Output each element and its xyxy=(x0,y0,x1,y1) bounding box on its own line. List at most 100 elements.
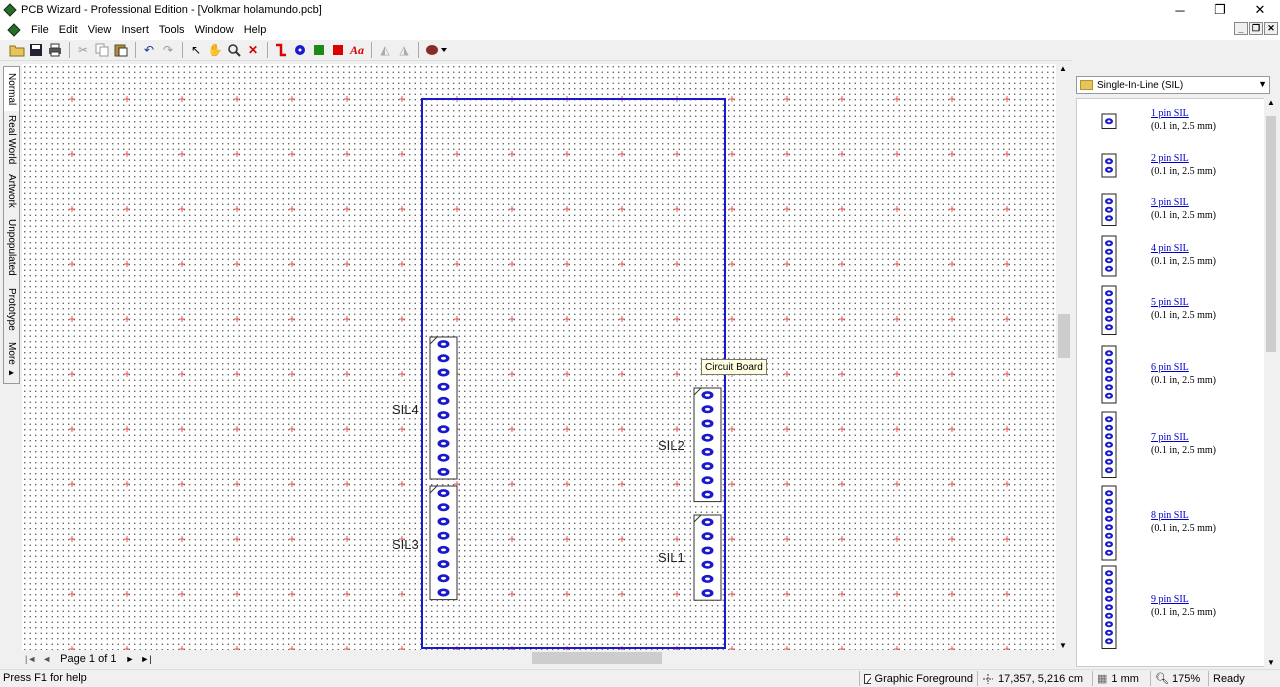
minimize-button[interactable]: ─ xyxy=(1160,0,1200,20)
grid-cross xyxy=(1004,591,1010,597)
prev-page-button[interactable]: ◄ xyxy=(39,654,54,664)
component-sil3[interactable] xyxy=(429,485,458,601)
last-page-button[interactable]: ►| xyxy=(137,654,154,664)
menu-insert[interactable]: Insert xyxy=(116,24,154,36)
horizontal-scroll-thumb[interactable] xyxy=(532,652,662,664)
document-icon[interactable] xyxy=(7,23,21,37)
tab-unpopulated[interactable]: Unpopulated xyxy=(4,214,19,280)
menu-help[interactable]: Help xyxy=(239,24,272,36)
gallery-item-name[interactable]: 4 pin SIL xyxy=(1151,243,1189,254)
tab-more[interactable]: More ▸ xyxy=(4,338,19,383)
undo-icon[interactable]: ↶ xyxy=(140,41,158,59)
grid-cross xyxy=(784,371,790,377)
save-icon[interactable] xyxy=(27,41,45,59)
toolbar-separator xyxy=(69,42,70,58)
pad-hole xyxy=(705,393,710,397)
delete-icon[interactable]: ✕ xyxy=(244,41,262,59)
grid-cross xyxy=(674,316,680,322)
scroll-up-arrow[interactable]: ▲ xyxy=(1059,64,1067,73)
grid-cross xyxy=(729,591,735,597)
grid-cross xyxy=(839,96,845,102)
grid-cross xyxy=(784,591,790,597)
component-sil1[interactable] xyxy=(693,514,722,601)
mirror-icon[interactable]: ◮ xyxy=(395,41,413,59)
select-pointer-icon[interactable]: ↖ xyxy=(187,41,205,59)
grid-cross xyxy=(564,426,570,432)
sil-footprint-icon xyxy=(1101,113,1117,129)
open-folder-icon[interactable] xyxy=(8,41,26,59)
pad-hole xyxy=(441,470,446,474)
mdi-minimize-button[interactable]: _ xyxy=(1234,22,1248,35)
gallery-item-name[interactable]: 1 pin SIL xyxy=(1151,108,1189,119)
category-dropdown[interactable]: Single-In-Line (SIL) ▼ xyxy=(1076,76,1270,94)
grid-cross xyxy=(564,316,570,322)
grid-cross xyxy=(344,206,350,212)
menu-window[interactable]: Window xyxy=(190,24,239,36)
pad-icon[interactable] xyxy=(291,41,309,59)
grid-cross xyxy=(234,316,240,322)
menu-edit[interactable]: Edit xyxy=(54,24,83,36)
scroll-down-arrow[interactable]: ▼ xyxy=(1059,641,1067,650)
flip-icon[interactable]: ◭ xyxy=(376,41,394,59)
track-icon[interactable] xyxy=(272,41,290,59)
grid-cross xyxy=(674,536,680,542)
menu-tools[interactable]: Tools xyxy=(154,24,190,36)
tab-normal[interactable]: Normal xyxy=(4,67,19,111)
gallery-item-spec: (0.1 in, 2.5 mm) xyxy=(1151,165,1216,177)
pan-hand-icon[interactable]: ✋ xyxy=(206,41,224,59)
grid-cross xyxy=(289,316,295,322)
gallery-scrollbar[interactable]: ▲ ▼ xyxy=(1264,98,1278,667)
scroll-up-arrow[interactable]: ▲ xyxy=(1267,98,1275,107)
scroll-thumb[interactable] xyxy=(1266,116,1276,352)
gallery-item-name[interactable]: 3 pin SIL xyxy=(1151,197,1189,208)
print-icon[interactable] xyxy=(46,41,64,59)
copper-fill-icon[interactable] xyxy=(310,41,328,59)
circuit-board-outline[interactable] xyxy=(421,98,726,649)
gallery-item-name[interactable]: 8 pin SIL xyxy=(1151,510,1189,521)
gallery-item-spec: (0.1 in, 2.5 mm) xyxy=(1151,121,1216,133)
tab-artwork[interactable]: Artwork xyxy=(4,169,19,213)
grid-cross xyxy=(784,261,790,267)
grid-cross xyxy=(509,426,515,432)
grid-cross xyxy=(179,481,185,487)
gallery-item-name[interactable]: 9 pin SIL xyxy=(1151,594,1189,605)
cut-icon[interactable]: ✂ xyxy=(74,41,92,59)
gallery-item-name[interactable]: 5 pin SIL xyxy=(1151,297,1189,308)
close-button[interactable]: ✕ xyxy=(1240,0,1280,20)
scroll-thumb[interactable] xyxy=(1058,314,1070,358)
mdi-restore-button[interactable]: ❐ xyxy=(1249,22,1263,35)
paste-icon[interactable] xyxy=(112,41,130,59)
tab-real-world[interactable]: Real World xyxy=(4,112,19,168)
mdi-close-button[interactable]: ✕ xyxy=(1264,22,1278,35)
rectangle-icon[interactable] xyxy=(329,41,347,59)
canvas-vertical-scrollbar[interactable]: ▲ ▼ xyxy=(1056,64,1071,650)
grid-cross xyxy=(1004,261,1010,267)
restore-button[interactable]: ❐ xyxy=(1200,0,1240,20)
next-page-button[interactable]: ► xyxy=(122,654,137,664)
component-list[interactable]: 1 pin SIL (0.1 in, 2.5 mm) 2 pin SIL (0.1 i… xyxy=(1076,98,1266,667)
zoom-icon[interactable] xyxy=(225,41,243,59)
first-page-button[interactable]: |◄ xyxy=(22,654,39,664)
design-canvas[interactable]: SIL4 SIL3 SIL2 SIL1 xyxy=(22,64,1056,650)
pad-hole xyxy=(705,464,710,468)
component-sil2[interactable] xyxy=(693,387,722,503)
redo-icon[interactable]: ↷ xyxy=(159,41,177,59)
canvas-drawing[interactable]: SIL4 SIL3 SIL2 SIL1 xyxy=(22,64,1056,650)
grid-cross xyxy=(784,426,790,432)
pad-hole xyxy=(705,577,710,581)
scroll-down-arrow[interactable]: ▼ xyxy=(1267,658,1275,667)
menu-file[interactable]: File xyxy=(26,24,54,36)
grid-cross xyxy=(619,206,625,212)
chevron-down-icon[interactable]: ▼ xyxy=(1258,79,1267,89)
copy-icon[interactable] xyxy=(93,41,111,59)
gallery-item-name[interactable]: 6 pin SIL xyxy=(1151,362,1189,373)
component-dropdown-icon[interactable] xyxy=(423,41,449,59)
menu-view[interactable]: View xyxy=(83,24,117,36)
pad-hole xyxy=(441,576,446,580)
pad-hole xyxy=(705,563,710,567)
gallery-item-name[interactable]: 7 pin SIL xyxy=(1151,432,1189,443)
grid-cross xyxy=(344,96,350,102)
gallery-item-name[interactable]: 2 pin SIL xyxy=(1151,153,1189,164)
tab-prototype[interactable]: Prototype xyxy=(4,281,19,337)
text-icon[interactable]: Aa xyxy=(348,41,366,59)
